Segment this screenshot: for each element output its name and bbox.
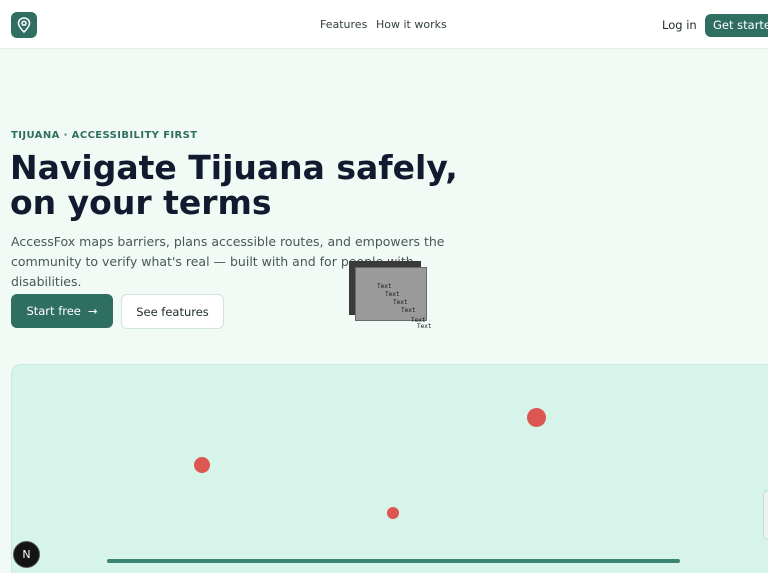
map-preview[interactable]: [11, 364, 768, 573]
login-link[interactable]: Log in: [662, 18, 697, 32]
glitch-text: Text: [385, 291, 400, 298]
hero-headline: Navigate Tijuana safely, on your terms: [10, 148, 458, 222]
route-line: [107, 559, 680, 563]
map-pin-icon: [17, 17, 31, 33]
glitch-text: Text: [393, 299, 408, 306]
see-features-button[interactable]: See features: [121, 294, 224, 329]
hero-eyebrow: TIJUANA · ACCESSIBILITY FIRST: [11, 130, 198, 141]
side-panel-handle[interactable]: [763, 490, 768, 540]
start-free-label: Start free: [26, 304, 81, 318]
logo-button[interactable]: [11, 12, 37, 38]
barrier-marker[interactable]: [527, 408, 546, 427]
see-features-label: See features: [136, 304, 209, 319]
glitch-text: Text: [417, 323, 432, 330]
start-free-button[interactable]: Start free →: [11, 294, 113, 328]
top-navigation-bar: Features How it works Log in Get started: [0, 0, 768, 49]
barrier-marker[interactable]: [194, 457, 210, 473]
glitch-text: Text: [401, 307, 416, 314]
barrier-marker[interactable]: [387, 507, 399, 519]
glitch-text: Text: [377, 283, 392, 290]
nav-link-features[interactable]: Features: [320, 18, 367, 31]
arrow-right-icon: →: [87, 304, 98, 318]
nav-link-how-it-works[interactable]: How it works: [376, 18, 447, 31]
dev-tools-badge[interactable]: N: [13, 541, 40, 568]
get-started-button[interactable]: Get started: [705, 14, 768, 37]
glitch-overlay: Text Text Text Text Text Text: [349, 261, 431, 331]
